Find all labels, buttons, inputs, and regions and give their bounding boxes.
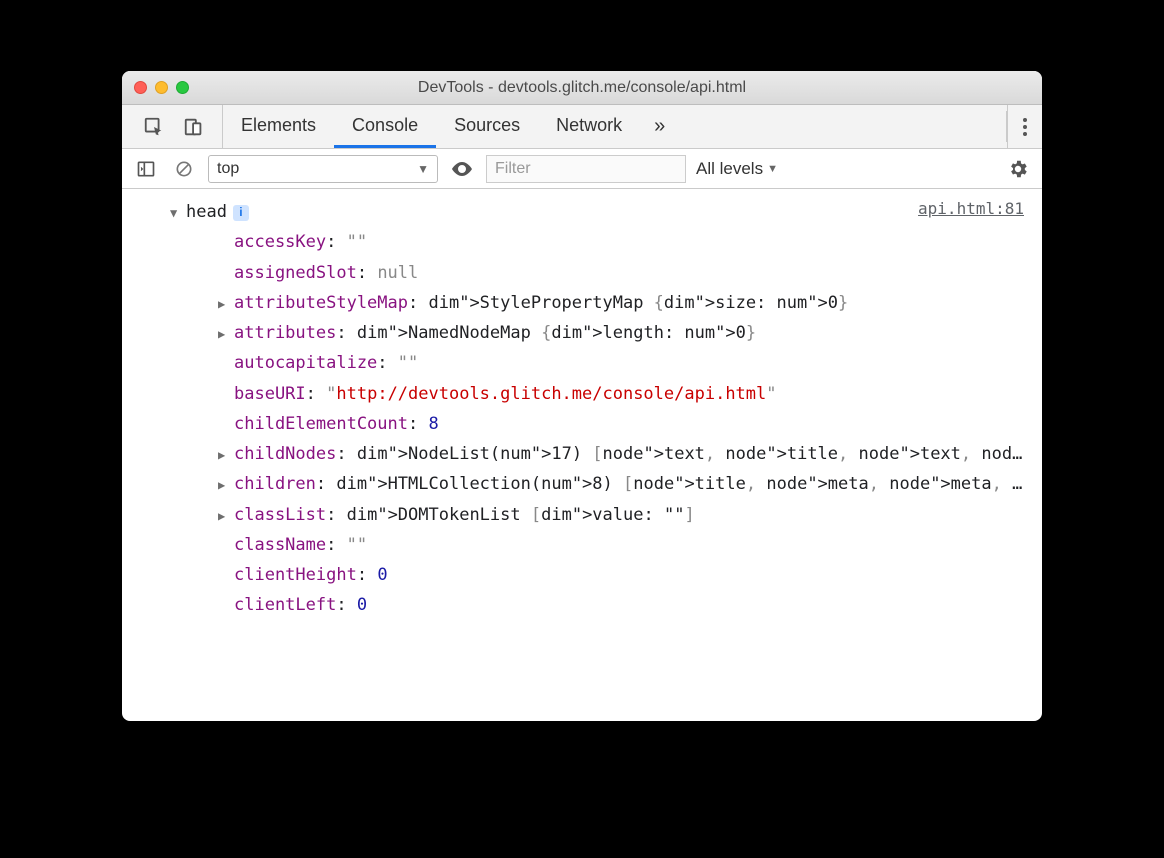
- log-root[interactable]: headi: [170, 197, 1028, 227]
- property-key: childNodes: [234, 444, 336, 464]
- panel-tabs: Elements Console Sources Network »: [223, 105, 679, 148]
- more-options-button[interactable]: [1007, 105, 1042, 148]
- property-key: className: [234, 535, 326, 555]
- source-link[interactable]: api.html:81: [918, 195, 1024, 223]
- inspect-element-icon[interactable]: [140, 113, 168, 141]
- console-toolbar: top ▼ All levels ▼: [122, 149, 1042, 189]
- execution-context-selector[interactable]: top ▼: [208, 155, 438, 183]
- inspect-toggle-group: [122, 105, 223, 148]
- panel-tabs-bar: Elements Console Sources Network »: [122, 105, 1042, 149]
- property-value: "http://devtools.glitch.me/console/api.h…: [326, 384, 776, 404]
- tab-sources[interactable]: Sources: [436, 105, 538, 148]
- property-key: clientHeight: [234, 565, 357, 585]
- property-row: className: "": [170, 530, 1028, 560]
- property-key: attributes: [234, 323, 336, 343]
- tab-network[interactable]: Network: [538, 105, 640, 148]
- chevron-down-icon: ▼: [767, 163, 778, 175]
- disclosure-triangle-right-icon[interactable]: [218, 294, 232, 315]
- property-key: children: [234, 474, 316, 494]
- property-row[interactable]: childNodes: dim">NodeList(num">17) [node…: [170, 439, 1028, 469]
- property-key: baseURI: [234, 384, 306, 404]
- property-value: dim">NamedNodeMap {dim">length: num">0}: [357, 323, 756, 343]
- root-label: head: [186, 202, 227, 222]
- property-value: 0: [357, 595, 367, 615]
- property-row[interactable]: classList: dim">DOMTokenList [dim">value…: [170, 500, 1028, 530]
- console-settings-icon[interactable]: [1004, 155, 1032, 183]
- property-key: autocapitalize: [234, 353, 377, 373]
- titlebar: DevTools - devtools.glitch.me/console/ap…: [122, 71, 1042, 105]
- console-sidebar-toggle-icon[interactable]: [132, 155, 160, 183]
- property-value: "": [398, 353, 419, 373]
- clear-console-icon[interactable]: [170, 155, 198, 183]
- property-row: baseURI: "http://devtools.glitch.me/cons…: [170, 379, 1028, 409]
- property-value: null: [377, 263, 418, 283]
- disclosure-triangle-down-icon[interactable]: [170, 203, 184, 224]
- tabs-overflow-button[interactable]: »: [640, 115, 679, 138]
- property-value: 8: [428, 414, 438, 434]
- property-key: classList: [234, 505, 326, 525]
- property-row: clientLeft: 0: [170, 590, 1028, 620]
- property-value: dim">StylePropertyMap {dim">size: num">0…: [428, 293, 848, 313]
- console-filter-input[interactable]: [486, 155, 686, 183]
- console-output: api.html:81 headi accessKey: ""assignedS…: [122, 189, 1042, 721]
- property-value: 0: [377, 565, 387, 585]
- info-badge-icon[interactable]: i: [233, 205, 249, 221]
- property-row[interactable]: children: dim">HTMLCollection(num">8) [n…: [170, 469, 1028, 499]
- property-row: childElementCount: 8: [170, 409, 1028, 439]
- property-key: attributeStyleMap: [234, 293, 408, 313]
- property-row: assignedSlot: null: [170, 258, 1028, 288]
- property-row: accessKey: "": [170, 227, 1028, 257]
- property-value: dim">HTMLCollection(num">8) [node">title…: [336, 474, 1028, 494]
- live-expression-icon[interactable]: [448, 155, 476, 183]
- window-title: DevTools - devtools.glitch.me/console/ap…: [122, 79, 1042, 97]
- property-key: assignedSlot: [234, 263, 357, 283]
- property-row[interactable]: attributes: dim">NamedNodeMap {dim">leng…: [170, 318, 1028, 348]
- disclosure-triangle-right-icon[interactable]: [218, 324, 232, 345]
- devtools-window: DevTools - devtools.glitch.me/console/ap…: [122, 71, 1042, 721]
- property-key: accessKey: [234, 232, 326, 252]
- disclosure-triangle-right-icon[interactable]: [218, 506, 232, 527]
- property-row: clientHeight: 0: [170, 560, 1028, 590]
- context-selected: top: [217, 160, 239, 178]
- property-value: "": [347, 232, 368, 252]
- property-value: dim">DOMTokenList [dim">value: ""]: [347, 505, 695, 525]
- log-levels-selector[interactable]: All levels ▼: [696, 159, 778, 179]
- disclosure-triangle-right-icon[interactable]: [218, 445, 232, 466]
- tab-console[interactable]: Console: [334, 105, 436, 148]
- property-key: clientLeft: [234, 595, 336, 615]
- chevron-down-icon: ▼: [417, 162, 429, 176]
- property-key: childElementCount: [234, 414, 408, 434]
- tab-elements[interactable]: Elements: [223, 105, 334, 148]
- property-row: autocapitalize: "": [170, 348, 1028, 378]
- property-row[interactable]: attributeStyleMap: dim">StylePropertyMap…: [170, 288, 1028, 318]
- property-value: dim">NodeList(num">17) [node">text, node…: [357, 444, 1028, 464]
- device-toolbar-icon[interactable]: [180, 113, 208, 141]
- levels-label: All levels: [696, 159, 763, 179]
- disclosure-triangle-right-icon[interactable]: [218, 475, 232, 496]
- property-value: "": [347, 535, 368, 555]
